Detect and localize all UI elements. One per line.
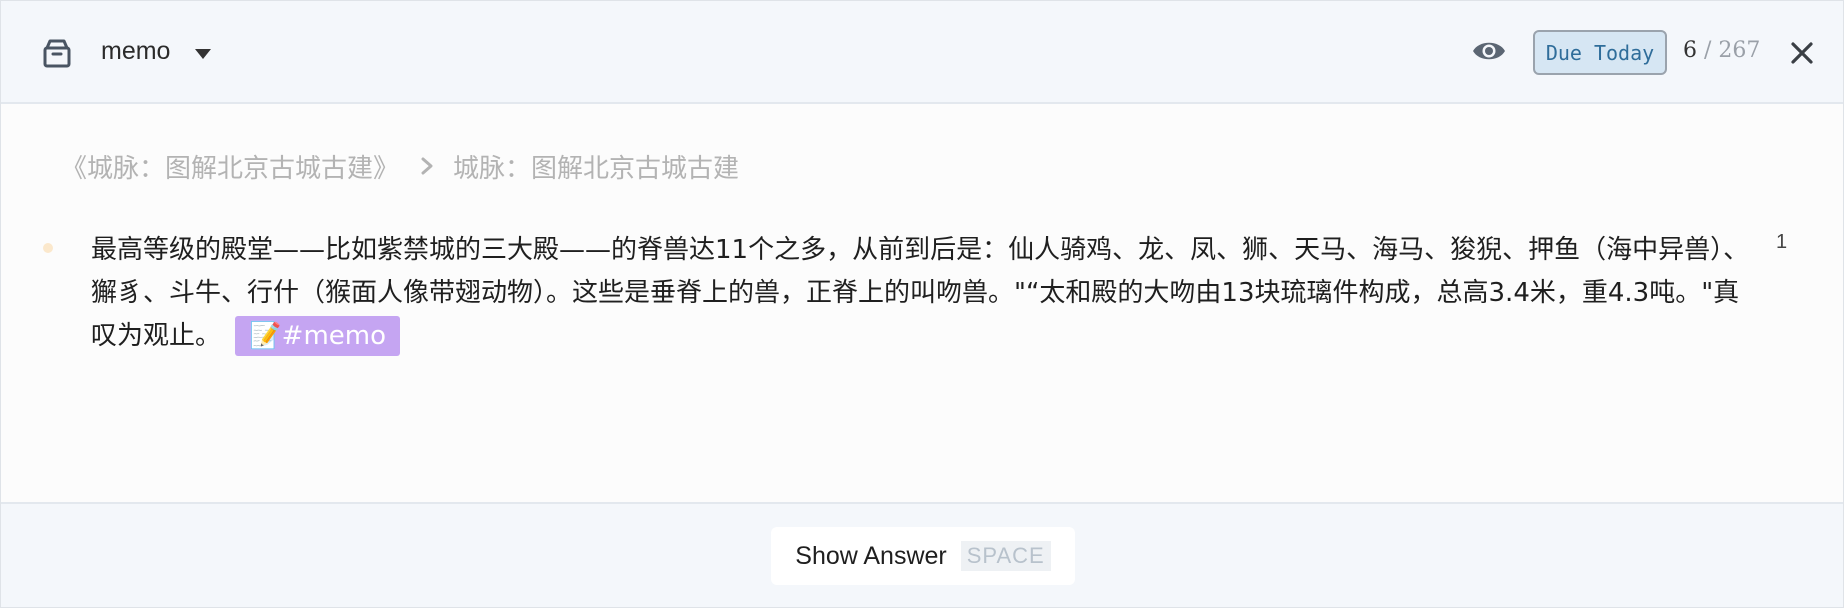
eye-icon[interactable] (1471, 37, 1507, 65)
deck-name[interactable]: memo (101, 37, 170, 66)
breadcrumb-item-book[interactable]: 《城脉：图解北京古城古建》 (61, 148, 399, 185)
counter-total: 267 (1718, 38, 1761, 63)
block-bullet[interactable] (43, 243, 53, 253)
show-answer-label: Show Answer (795, 541, 947, 570)
breadcrumb-item-page[interactable]: 城脉：图解北京古城古建 (453, 148, 739, 185)
memo-tag[interactable]: 📝#memo (235, 316, 400, 356)
caret-down-icon[interactable] (193, 47, 213, 61)
counter-separator: / (1704, 38, 1712, 63)
chevron-right-icon (421, 157, 433, 175)
due-today-button[interactable]: Due Today (1533, 30, 1667, 75)
review-window: memo Due Today 6 / 267 《城脉：图解北京古城古建》 城脉：… (0, 0, 1844, 608)
counter-current: 6 (1683, 38, 1697, 63)
review-header: memo Due Today 6 / 267 (1, 1, 1843, 104)
card-content[interactable]: 最高等级的殿堂——比如紫禁城的三大殿——的脊兽达11个之多，从前到后是：仙人骑鸡… (91, 229, 1759, 358)
shortcut-key: SPACE (960, 541, 1051, 571)
breadcrumb: 《城脉：图解北京古城古建》 城脉：图解北京古城古建 (61, 148, 739, 184)
due-today-label: Due Today (1545, 40, 1655, 65)
close-icon[interactable] (1790, 41, 1814, 65)
reference-count[interactable]: 1 (1776, 231, 1787, 254)
card-counter: 6 / 267 (1683, 38, 1760, 63)
archive-box-icon[interactable] (41, 37, 73, 69)
review-footer: Show Answer SPACE (1, 502, 1843, 607)
show-answer-button[interactable]: Show Answer SPACE (771, 527, 1075, 585)
